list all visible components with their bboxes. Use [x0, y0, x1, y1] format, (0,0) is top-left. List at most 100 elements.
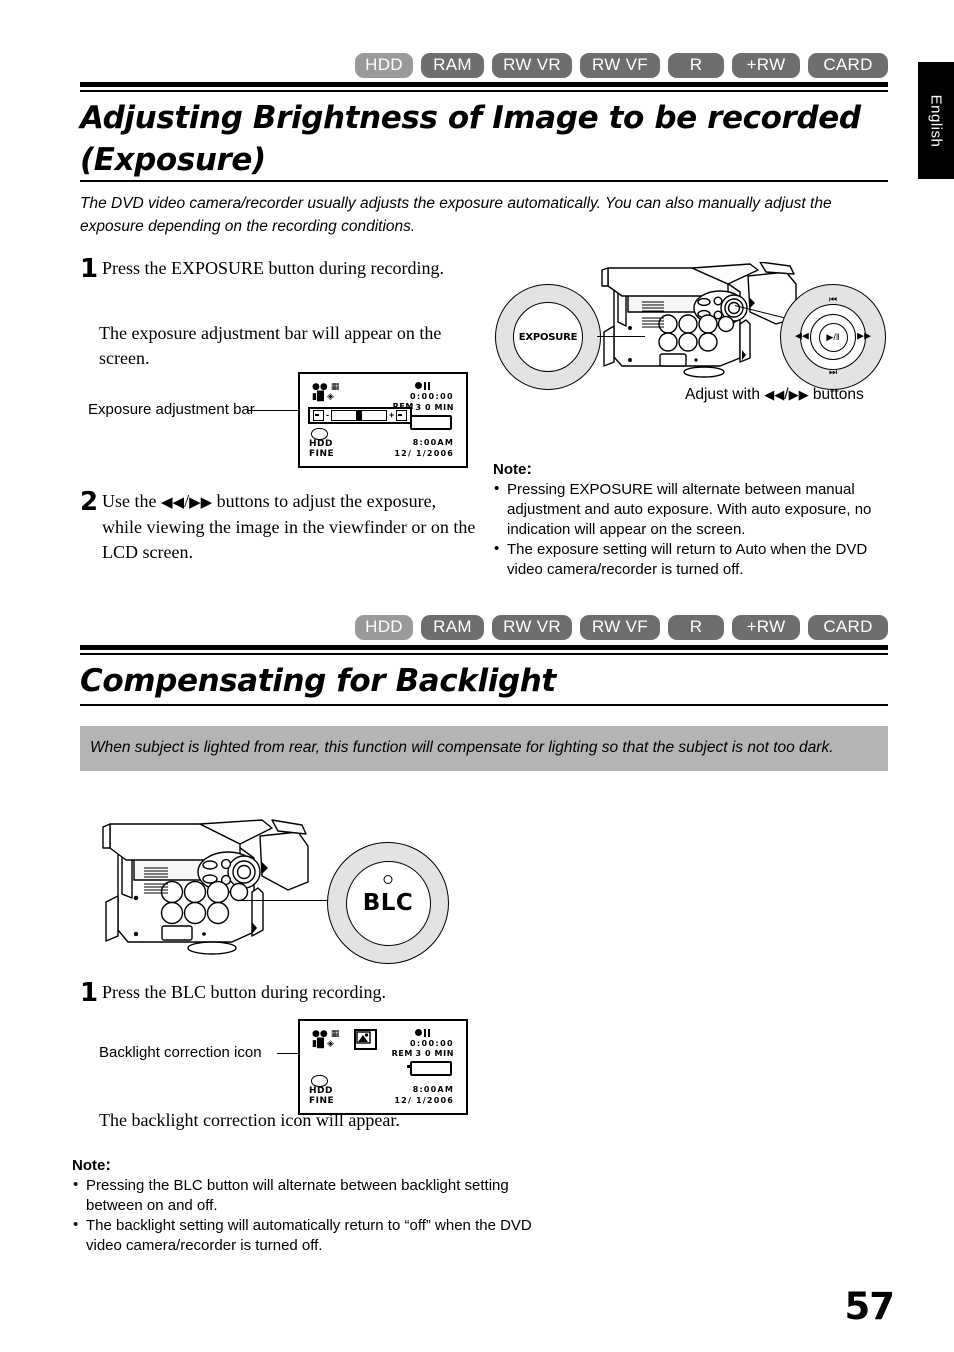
lcd-time: 8:00AM: [412, 438, 454, 447]
language-side-tab: English: [918, 62, 954, 179]
note-item: Pressing the BLC button will alternate b…: [72, 1175, 532, 1216]
note-item-list: Pressing the BLC button will alternate b…: [72, 1175, 532, 1256]
section2-info-box: When subject is lighted from rear, this …: [80, 726, 888, 771]
nav-button-callout: ▶/‖ ⏮ ⏭ ◀◀ ▶▶: [780, 284, 886, 390]
adjust-caption-a: Adjust with: [685, 386, 765, 403]
media-tag-strip-top: HDD RAM RW VR RW VF R +RW CARD: [80, 53, 888, 78]
section1-step-1: 1 Press the EXPOSURE button during recor…: [80, 256, 480, 282]
exposure-button-callout: EXPOSURE: [495, 284, 601, 390]
lcd-media-label: HDD: [309, 1086, 333, 1096]
language-label: English: [927, 94, 945, 147]
media-tag--rw: +RW: [732, 615, 800, 640]
step-text: Use the ◀◀/▶▶ buttons to adjust the expo…: [100, 489, 480, 565]
exposure-plus-sign: +: [389, 410, 395, 420]
rewind-icon: ◀◀: [795, 331, 809, 342]
note-heading: Note:: [493, 459, 893, 479]
lcd-timecode: 0:00:00: [409, 1039, 454, 1048]
media-tag--rw: +RW: [732, 53, 800, 78]
lcd-media-label: HDD: [309, 439, 333, 449]
exposure-button-label: EXPOSURE: [513, 302, 583, 372]
camcorder-illustration-exposure: [601, 262, 797, 378]
note-item: The exposure setting will return to Auto…: [493, 539, 893, 580]
section2-title-underline: [80, 704, 888, 706]
record-mode-icon: ●● ▦: [312, 1029, 340, 1039]
media-tag-rw-vr: RW VR: [492, 53, 572, 78]
lcd-screen-backlight: ●● ▦ ▮█ ◈ 0:00:00 REM 3 0 MIN HDD FINE 8…: [298, 1019, 468, 1115]
lcd-quality-label: FINE: [309, 1096, 335, 1106]
rewind-icon: ◀◀: [764, 388, 785, 403]
step-text: Press the BLC button during recording.: [102, 982, 386, 1002]
blc-button-connector: [240, 900, 330, 901]
exposure-slider-thumb: [356, 411, 362, 420]
blc-button-callout: BLC: [327, 842, 449, 964]
note-item: Pressing EXPOSURE will alternate between…: [493, 479, 893, 540]
note-title-text: Note: [72, 1157, 106, 1174]
lcd-date: 12/ 1/2006: [394, 1096, 454, 1105]
pause-icon: [424, 382, 430, 390]
section1-title-underline: [80, 180, 888, 182]
exposure-minus-sign: -: [326, 410, 329, 420]
rewind-icon: ◀◀: [160, 493, 185, 511]
lcd-timecode: 0:00:00: [409, 392, 454, 401]
audio-mode-icon: ▮█ ◈: [312, 1039, 334, 1049]
media-tag-r: R: [668, 53, 724, 78]
step2-text-a: Use the: [102, 491, 161, 511]
media-tag-r: R: [668, 615, 724, 640]
fast-forward-icon: ▶▶: [857, 331, 871, 342]
media-tag-rw-vf: RW VF: [580, 53, 660, 78]
section1-top-rule: [80, 82, 888, 92]
adjust-with-caption: Adjust with ◀◀/▶▶ buttons: [685, 386, 864, 404]
lcd-rem-value: 3 0 MIN: [415, 403, 454, 412]
exposure-bar-leader-line: [247, 410, 305, 411]
section1-step1-result: The exposure adjustment bar will appear …: [99, 323, 442, 368]
section2-title: Compensating for Backlight: [80, 663, 556, 699]
blc-button-face: BLC: [345, 860, 431, 946]
section1-note: Note: Pressing EXPOSURE will alternate b…: [493, 459, 893, 580]
exposure-bar-callout-label: Exposure adjustment bar: [88, 401, 255, 418]
note-colon: :: [105, 1155, 112, 1174]
note-heading: Note:: [72, 1155, 532, 1175]
step-text: Press the EXPOSURE button during recordi…: [102, 258, 444, 278]
exposure-icon-right: [396, 410, 408, 421]
media-tag-rw-vr: RW VR: [492, 615, 572, 640]
section2-result-text: The backlight correction icon will appea…: [99, 1110, 400, 1130]
nav-ring-outer: ▶/‖: [800, 304, 866, 370]
exposure-adjustment-bar: - +: [308, 407, 413, 424]
lcd-rem-value: 3 0 MIN: [415, 1049, 454, 1058]
media-tag-card: CARD: [808, 615, 888, 640]
step-number: 1: [80, 254, 99, 284]
media-tag-rw-vf: RW VF: [580, 615, 660, 640]
audio-mode-icon: ▮█ ◈: [312, 392, 334, 402]
media-tag-card: CARD: [808, 53, 888, 78]
lcd-screen-exposure: ●● ▦ ▮█ ◈ 0:00:00 REM 3 0 MIN - + HDD FI…: [298, 372, 468, 468]
backlight-correction-icon: [354, 1029, 377, 1050]
exposure-icon-left: [313, 410, 324, 421]
media-tag-hdd: HDD: [355, 53, 413, 78]
backlight-glyph: [356, 1031, 371, 1044]
fast-forward-icon: ▶▶: [788, 388, 809, 403]
lcd-time: 8:00AM: [412, 1085, 454, 1094]
media-tag-ram: RAM: [421, 615, 484, 640]
lcd-date: 12/ 1/2006: [394, 449, 454, 458]
fast-forward-icon: ▶▶: [189, 493, 213, 511]
lcd-quality-label: FINE: [309, 449, 335, 459]
play-pause-icon: ▶/‖: [818, 322, 848, 352]
camcorder-illustration-blc: [102, 819, 309, 955]
note-colon: :: [526, 459, 533, 478]
media-tag-hdd: HDD: [355, 615, 413, 640]
exposure-slider-track: [331, 410, 387, 421]
battery-icon: [407, 1061, 452, 1076]
blc-icon-callout-label: Backlight correction icon: [99, 1044, 262, 1061]
section1-step-2: 2 Use the ◀◀/▶▶ buttons to adjust the ex…: [80, 489, 480, 565]
blc-led-icon: [383, 874, 393, 884]
media-tag-ram: RAM: [421, 53, 484, 78]
note-item-list: Pressing EXPOSURE will alternate between…: [493, 479, 893, 580]
page-number: 57: [844, 1285, 895, 1328]
skip-back-icon: ⏮: [828, 295, 838, 305]
section2-top-rule: [80, 645, 888, 655]
section2-step-1: 1 Press the BLC button during recording.: [80, 980, 510, 1006]
pause-icon: [424, 1029, 430, 1037]
section1-title: Adjusting Brightness of Image to be reco…: [80, 100, 861, 178]
blc-button-label: BLC: [362, 890, 414, 916]
step-number: 1: [80, 978, 99, 1008]
